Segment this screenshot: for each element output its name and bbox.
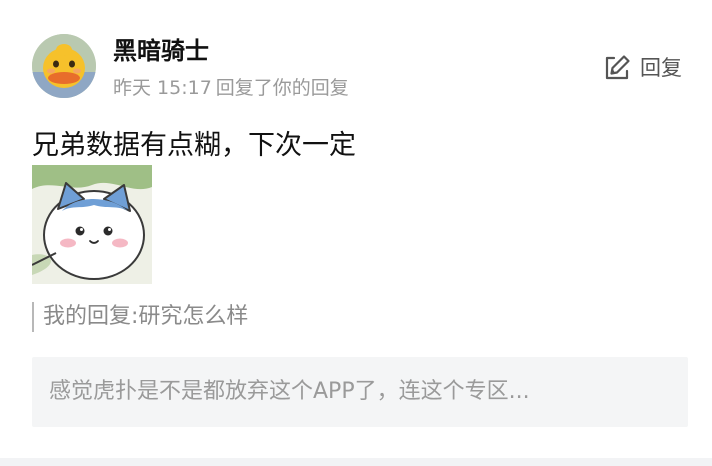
reply-notification-card: 黑暗骑士 昨天 15:17 回复了你的回复 回复 兄弟数据有点糊，下次一定 我的…: [0, 0, 712, 458]
cat-sticker-icon: [32, 165, 152, 284]
action-text: 回复了你的回复: [215, 77, 349, 99]
parent-post-link[interactable]: 感觉虎扑是不是都放弃这个APP了，连这个专区...: [32, 357, 688, 427]
user-avatar[interactable]: [32, 34, 96, 98]
section-divider: [0, 458, 712, 466]
parent-post-text: 感觉虎扑是不是都放弃这个APP了，连这个专区...: [49, 379, 530, 404]
username[interactable]: 黑暗骑士: [113, 35, 209, 67]
quoted-my-reply: 我的回复:研究怎么样: [32, 301, 248, 333]
reply-button[interactable]: 回复: [602, 52, 682, 84]
quote-text: 我的回复:研究怎么样: [43, 304, 249, 329]
edit-reply-icon: [605, 55, 630, 80]
cat-sticker-image[interactable]: [32, 165, 152, 284]
duck-avatar-image: [32, 34, 96, 98]
timestamp: 昨天 15:17: [113, 77, 212, 99]
reply-button-label: 回复: [640, 56, 682, 80]
comment-content: 兄弟数据有点糊，下次一定: [32, 130, 356, 161]
quote-bar: [32, 302, 34, 332]
comment-meta: 昨天 15:17 回复了你的回复: [113, 75, 353, 101]
